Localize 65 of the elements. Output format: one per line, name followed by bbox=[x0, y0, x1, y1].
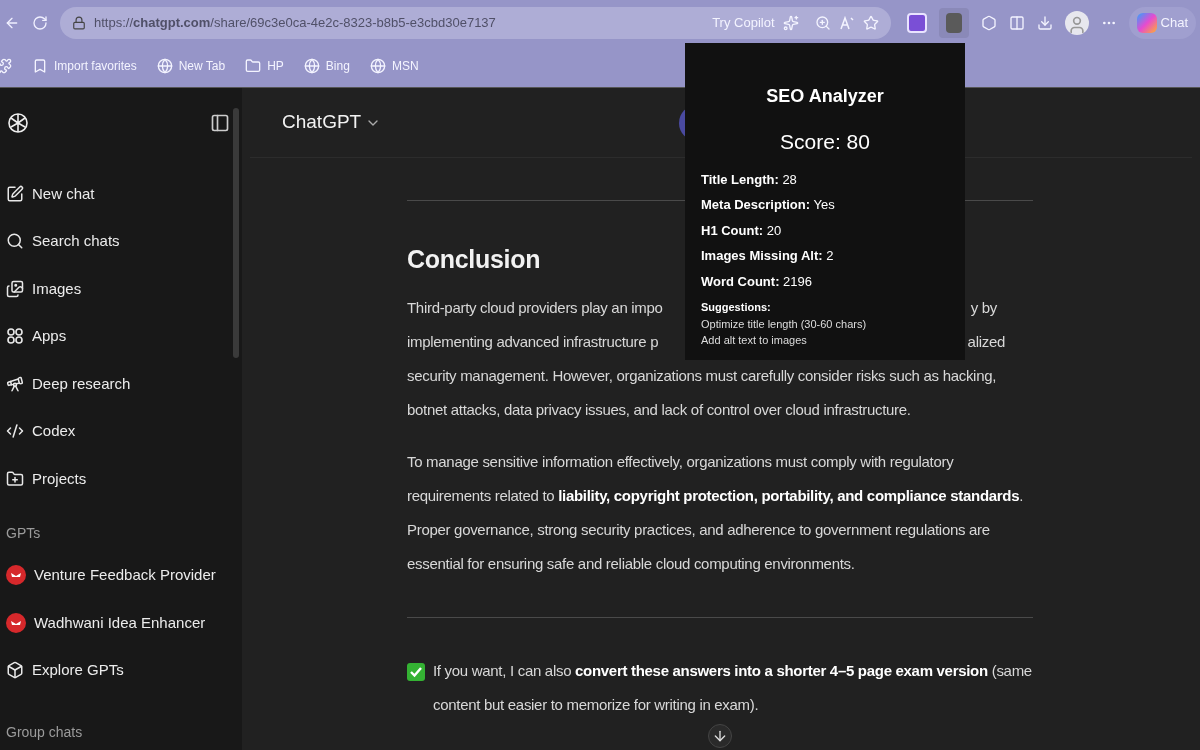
globe-icon bbox=[303, 58, 320, 74]
apps-icon bbox=[6, 327, 24, 346]
paragraph-fragment: alized bbox=[967, 331, 1005, 352]
paragraph: To manage sensitive information effectively, organizations must comply with regulatory requirements related to liability, copyright protection, portability, and compliance standards. Proper governance, strong security practices, and adherence to government regulations are essential for ensuring safe and reliable cloud computing environments. bbox=[407, 451, 1025, 574]
section-heading: GPTs bbox=[6, 523, 42, 543]
code-icon bbox=[6, 422, 24, 441]
split-screen-icon[interactable] bbox=[1008, 14, 1025, 31]
bookmark-icon bbox=[32, 58, 48, 74]
download-icon[interactable] bbox=[1036, 14, 1053, 31]
hexagon-icon[interactable] bbox=[980, 14, 997, 31]
paragraph: If you want, I can also convert these answers into a shorter 4–5 page exam version (same content but easier to memorize for writing in exam). bbox=[433, 660, 1033, 715]
suggestion-text: Optimize title length (30-60 chars) bbox=[701, 316, 868, 332]
metric-text: H1 Count: 20 bbox=[701, 221, 783, 240]
sidebar-item[interactable]: Projects bbox=[6, 455, 234, 503]
telescope-icon bbox=[6, 374, 24, 393]
paragraph: security management. However, organizations must carefully consider risks such as hacking, botnet attacks, data privacy issues, and lack of control over cloud infrastructure. bbox=[407, 365, 998, 420]
sidebar-toggle-icon[interactable] bbox=[210, 113, 230, 133]
globe-icon bbox=[369, 58, 386, 74]
paragraph-fragment: implementing advanced infrastructure p bbox=[407, 331, 659, 352]
metric-text: Meta Description: Yes bbox=[701, 196, 836, 214]
lock-icon bbox=[72, 15, 86, 30]
suggestion-text: Add alt text to images bbox=[701, 333, 808, 348]
address-bar[interactable]: https://chatgpt.com/share/69c3e0ca-4e2c-8323-b8b5-e3cbd30e7137 Try Copilot bbox=[60, 6, 891, 39]
metric-text: Images Missing Alt: 2 bbox=[701, 247, 835, 265]
sidebar-item[interactable]: Venture Feedback Provider bbox=[6, 551, 234, 599]
arrow-down-icon bbox=[712, 728, 728, 744]
model-selector[interactable]: ChatGPT bbox=[282, 108, 382, 137]
check-icon bbox=[407, 662, 425, 681]
sidebar-item[interactable]: Apps bbox=[6, 312, 234, 360]
extension-icon[interactable] bbox=[906, 12, 927, 33]
scrollbar[interactable] bbox=[233, 108, 239, 358]
scroll-down-button[interactable] bbox=[708, 724, 732, 748]
paragraph-fragment: y by bbox=[970, 297, 997, 318]
cube-icon bbox=[6, 661, 24, 680]
star-icon[interactable] bbox=[862, 14, 879, 31]
copilot-icon[interactable] bbox=[782, 14, 799, 31]
sidebar-item[interactable]: Search chats bbox=[6, 217, 234, 265]
edit-icon bbox=[6, 184, 24, 203]
sidebar-item[interactable]: Codex bbox=[6, 407, 234, 455]
section-heading: Conclusion bbox=[407, 244, 541, 275]
gpt-avatar-icon bbox=[6, 612, 26, 633]
globe-icon bbox=[156, 58, 173, 74]
profile-avatar[interactable] bbox=[1064, 10, 1089, 35]
section-heading: Group chats bbox=[6, 723, 84, 742]
sidebar-item[interactable]: Wadhwani Idea Enhancer bbox=[6, 599, 234, 647]
images-icon bbox=[6, 279, 24, 298]
popup-title: SEO Analyzer bbox=[766, 85, 884, 108]
refresh-icon[interactable] bbox=[32, 14, 48, 31]
metric-text: Title Length: 28 bbox=[701, 170, 798, 189]
url-text: https://chatgpt.com/share/69c3e0ca-4e2c-8323-b8b5-e3cbd30e7137 bbox=[94, 13, 497, 32]
read-aloud-icon[interactable] bbox=[838, 14, 855, 31]
metric-text: Word Count: 2196 bbox=[701, 272, 813, 291]
zoom-icon[interactable] bbox=[814, 14, 831, 31]
suggestions-label: Suggestions: bbox=[701, 300, 772, 315]
gpt-avatar-icon bbox=[6, 565, 26, 586]
folder-icon bbox=[245, 58, 262, 74]
folder-icon bbox=[6, 469, 24, 488]
search-icon bbox=[6, 232, 24, 251]
sidebar-item[interactable]: Images bbox=[6, 265, 234, 313]
sidebar-item[interactable]: Explore GPTs bbox=[6, 646, 234, 694]
paragraph-fragment: Third-party cloud providers play an impo bbox=[407, 297, 663, 318]
sidebar-item[interactable]: Deep research bbox=[6, 360, 234, 408]
score-text: Score: 80 bbox=[780, 129, 870, 155]
logo-icon[interactable] bbox=[6, 111, 30, 135]
sidebar-item[interactable]: New chat bbox=[6, 170, 234, 218]
